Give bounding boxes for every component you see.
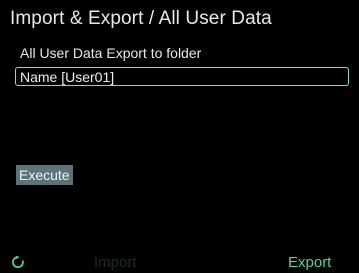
execute-button[interactable]: Execute bbox=[16, 165, 73, 185]
page-title: Import & Export / All User Data bbox=[10, 8, 272, 29]
soft-key-footer: Import Export bbox=[0, 253, 359, 273]
export-softkey[interactable]: Export bbox=[288, 254, 331, 271]
import-softkey[interactable]: Import bbox=[94, 254, 137, 271]
export-name-value: Name [User01] bbox=[20, 69, 115, 85]
import-export-screen: Import & Export / All User Data All User… bbox=[0, 0, 359, 273]
export-name-field[interactable]: Name [User01] bbox=[15, 67, 349, 86]
export-description: All User Data Export to folder bbox=[20, 45, 202, 61]
refresh-icon[interactable] bbox=[10, 254, 26, 270]
